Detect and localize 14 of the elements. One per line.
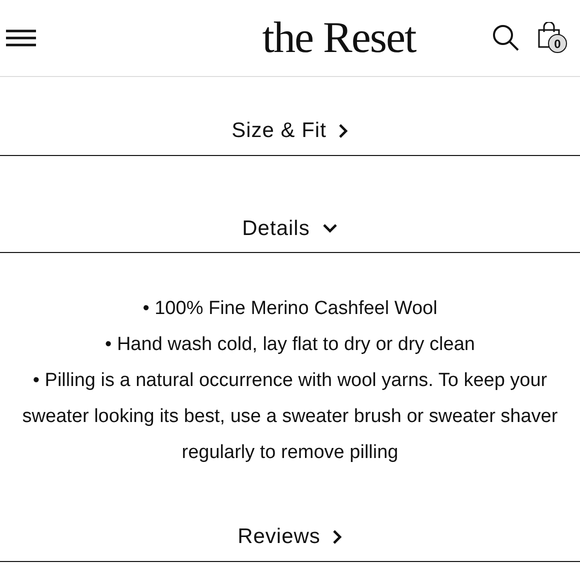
detail-bullet: • Hand wash cold, lay flat to dry or dry clean: [104, 333, 476, 357]
chevron-right-icon: [332, 528, 342, 545]
chevron-right-icon: [338, 122, 348, 139]
menu-icon[interactable]: [6, 29, 36, 47]
detail-bullet: • 100% Fine Merino Cashfeel Wool: [142, 297, 438, 321]
chevron-down-icon: [322, 223, 338, 234]
accordion-header[interactable]: Details: [242, 212, 338, 244]
search-icon[interactable]: [492, 24, 520, 52]
detail-bullet: • Pilling is a natural occurrence with wool yarns. To keep your sweater looking its best, use a sweater brush or sweater shaver regularly to remove pilling: [21, 369, 559, 465]
accordion-header[interactable]: Reviews: [238, 521, 342, 552]
accordion-header[interactable]: Size & Fit: [232, 115, 348, 146]
cart-count-badge: 0: [548, 34, 567, 53]
cart-button[interactable]: 0: [538, 22, 568, 54]
logo[interactable]: the Reset: [262, 5, 416, 71]
